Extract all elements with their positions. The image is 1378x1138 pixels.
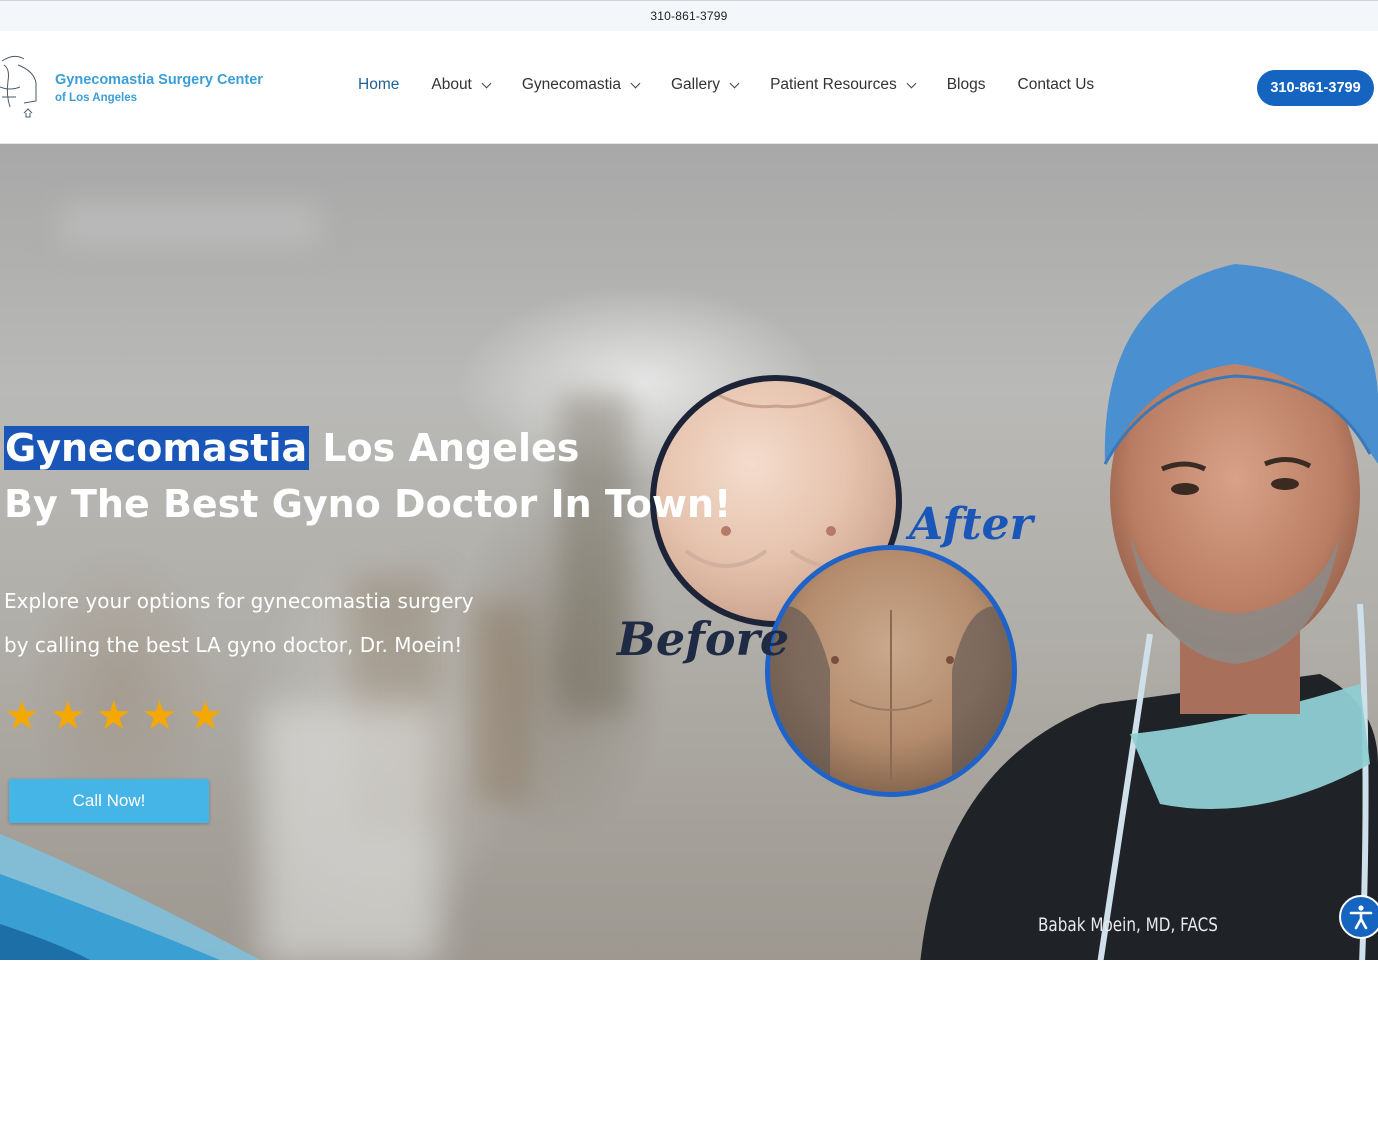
nav-gallery-label: Gallery: [670, 76, 721, 93]
nav-gynecomastia[interactable]: Gynecomastia: [521, 76, 641, 94]
main-nav: Home About Gynecomastia Gallery Patient …: [358, 76, 1126, 94]
site-logo[interactable]: Gynecomastia Surgery Center of Los Angel…: [0, 51, 290, 125]
nav-blogs[interactable]: Blogs: [947, 76, 986, 94]
nav-patient-resources[interactable]: Patient Resources: [770, 76, 917, 94]
chevron-down-icon: [630, 78, 641, 88]
chevron-down-icon: [481, 78, 492, 88]
hero-subtitle-line2: by calling the best LA gyno doctor, Dr. …: [4, 633, 463, 657]
doctor-scrub-name: Babak Moein, MD, FACS: [1038, 914, 1218, 936]
page-lower-blank: [0, 960, 1378, 1138]
hero-title-rest: Los Angeles: [309, 426, 580, 470]
nav-home-label: Home: [358, 76, 400, 93]
before-label: Before: [617, 612, 790, 666]
top-bar: 310-861-3799: [0, 0, 1378, 31]
logo-torso-icon: [0, 55, 37, 118]
top-bar-phone[interactable]: 310-861-3799: [650, 9, 727, 23]
hero-title: Gynecomastia Los Angeles By The Best Gyn…: [4, 420, 731, 532]
star-rating: ★ ★ ★ ★ ★: [4, 696, 233, 736]
logo-subtitle: of Los Angeles: [55, 92, 137, 104]
site-header: Gynecomastia Surgery Center of Los Angel…: [0, 31, 1378, 144]
nav-contact-us-label: Contact Us: [1017, 76, 1095, 93]
logo-title: Gynecomastia Surgery Center: [55, 72, 263, 88]
nav-contact-us[interactable]: Contact Us: [1018, 76, 1095, 94]
nav-gallery[interactable]: Gallery: [670, 76, 740, 94]
star-icon: ★: [141, 693, 178, 739]
nav-about[interactable]: About: [431, 76, 492, 94]
hero-title-highlight: Gynecomastia: [4, 426, 310, 470]
hero-title-line2: By The Best Gyno Doctor In Town!: [4, 482, 732, 526]
chevron-down-icon: [729, 78, 740, 88]
header-phone-button[interactable]: 310-861-3799: [1257, 70, 1374, 106]
nav-home[interactable]: Home: [358, 76, 399, 94]
star-icon: ★: [49, 693, 86, 739]
after-torso-image: [770, 606, 1012, 792]
hero-subtitle: Explore your options for gynecomastia su…: [4, 579, 474, 667]
star-icon: ★: [95, 693, 132, 739]
star-icon: ★: [4, 693, 40, 739]
accessibility-icon: [1349, 905, 1373, 930]
nav-gynecomastia-label: Gynecomastia: [521, 76, 621, 93]
accessibility-button[interactable]: [1339, 895, 1378, 939]
chevron-down-icon: [906, 78, 917, 88]
nav-about-label: About: [431, 76, 472, 93]
nav-blogs-label: Blogs: [946, 76, 986, 93]
call-now-button[interactable]: Call Now!: [9, 779, 209, 823]
star-icon: ★: [187, 693, 224, 739]
hero-section: Babak Moein, MD, FACS Before After Gynec…: [0, 144, 1378, 960]
after-label: After: [909, 499, 1033, 550]
nav-patient-resources-label: Patient Resources: [770, 76, 897, 93]
after-photo: [765, 545, 1017, 797]
hero-subtitle-line1: Explore your options for gynecomastia su…: [4, 589, 474, 613]
